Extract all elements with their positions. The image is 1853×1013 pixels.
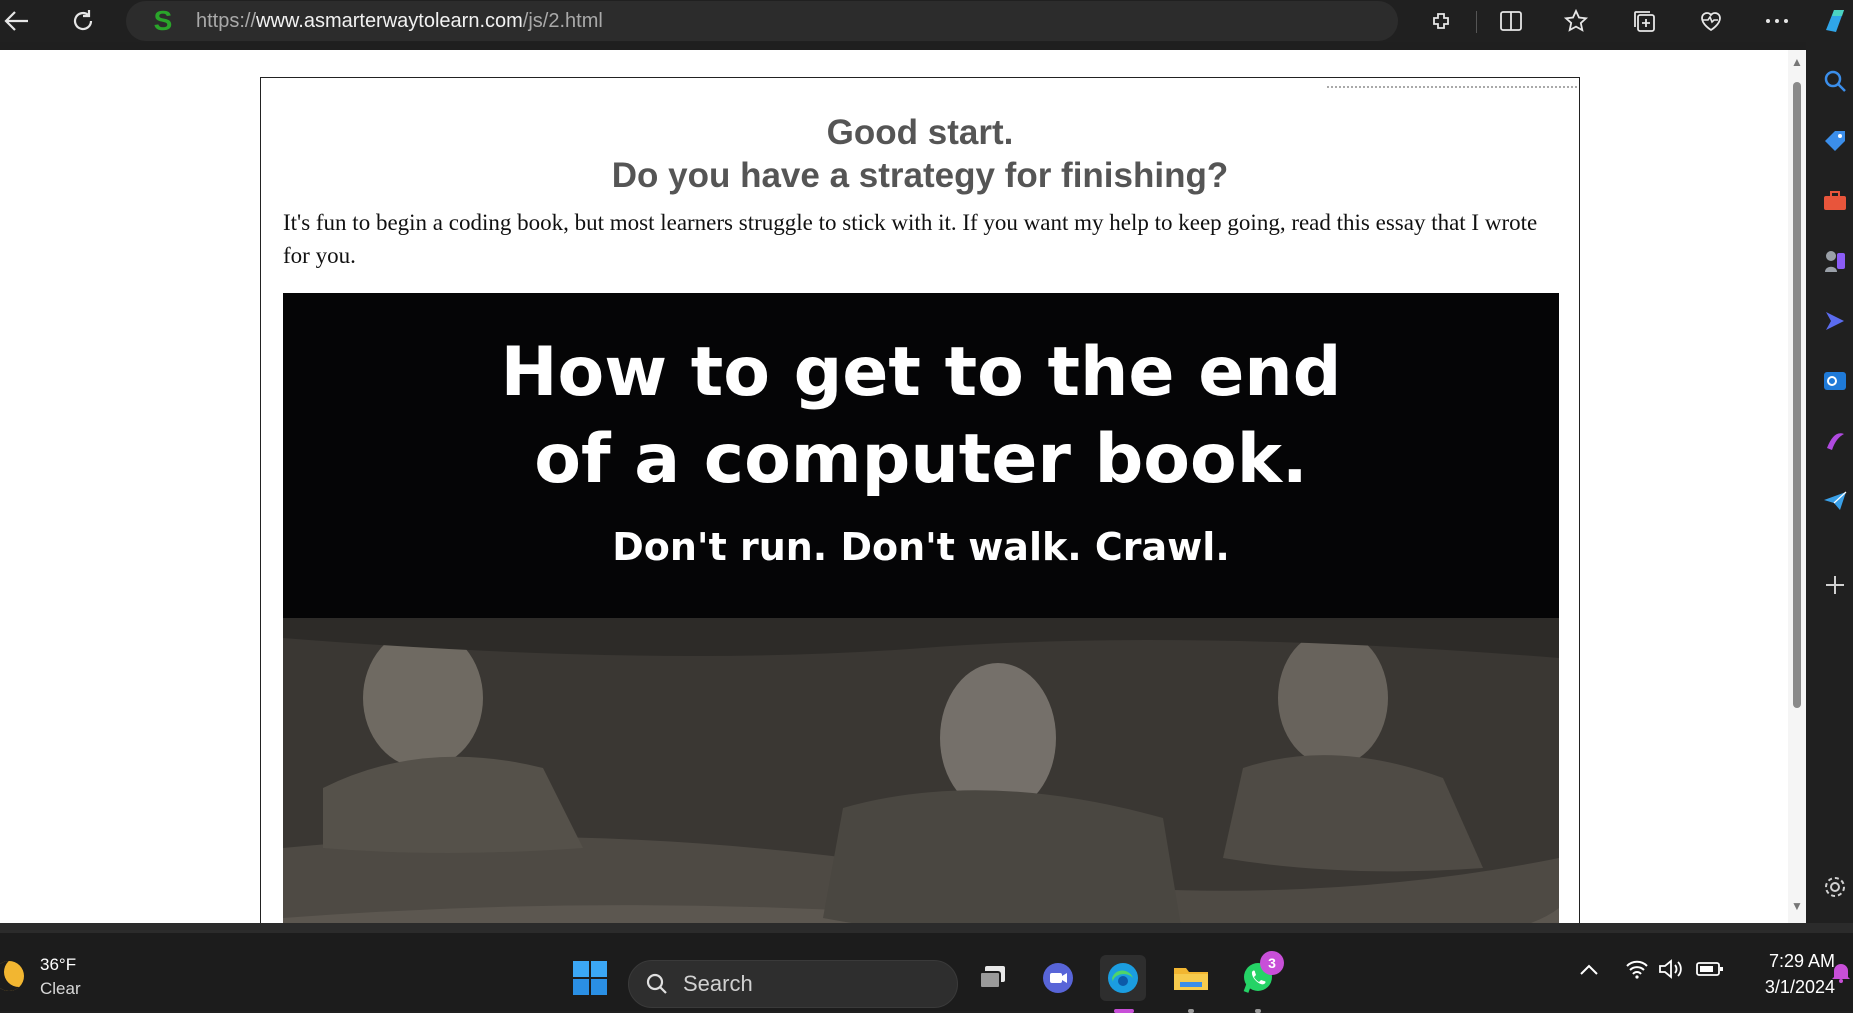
edge-browser-icon[interactable] (1100, 955, 1146, 1001)
page-viewport: Good start. Do you have a strategy for f… (0, 50, 1806, 923)
banner-title-line-2: of a computer book. (534, 420, 1308, 499)
split-screen-icon[interactable] (1494, 4, 1528, 38)
heading-line-1: Good start. (826, 113, 1014, 152)
browser-essentials-icon[interactable] (1694, 4, 1728, 38)
whatsapp-indicator (1255, 1009, 1261, 1013)
heading-line-2: Do you have a strategy for finishing? (611, 156, 1229, 195)
collections-icon[interactable] (1628, 4, 1662, 38)
notification-bell-icon[interactable] (1830, 961, 1852, 988)
weather-condition: Clear (40, 979, 81, 998)
sidebar-search-icon[interactable] (1820, 66, 1850, 96)
content-panel: Good start. Do you have a strategy for f… (260, 77, 1580, 923)
address-bar[interactable]: S https://www.asmarterwaytolearn.com/js/… (126, 1, 1398, 41)
refresh-icon[interactable] (66, 4, 100, 38)
whatsapp-notification-badge: 3 (1260, 951, 1284, 975)
sidebar-games-icon[interactable] (1820, 246, 1850, 276)
dotted-divider (1327, 86, 1577, 88)
sidebar-outlook-icon[interactable] (1820, 366, 1850, 396)
weather-temperature: 36°F (40, 955, 77, 974)
weather-widget[interactable]: 36°F Clear (0, 951, 120, 1001)
search-label: Search (683, 971, 753, 996)
intro-paragraph: It's fun to begin a coding book, but mos… (283, 210, 1538, 268)
meet-video-icon[interactable] (1035, 955, 1081, 1001)
clock-time[interactable]: 7:29 AM (1745, 951, 1835, 972)
sidebar-copilot-icon[interactable] (1820, 306, 1850, 336)
favorites-star-icon[interactable] (1560, 4, 1594, 38)
clock-date[interactable]: 3/1/2024 (1745, 977, 1835, 998)
edge-sidebar (1806, 42, 1853, 923)
page-heading: Good start. Do you have a strategy for f… (261, 111, 1579, 197)
copilot-icon[interactable] (1818, 4, 1852, 38)
extensions-icon[interactable] (1424, 4, 1458, 38)
start-button-windows-icon[interactable] (567, 955, 613, 1001)
more-options-icon[interactable] (1760, 4, 1794, 38)
url-text[interactable]: https://www.asmarterwaytolearn.com/js/2.… (196, 10, 603, 33)
search-icon (646, 973, 667, 994)
sidebar-settings-icon[interactable] (1820, 872, 1850, 902)
essay-banner[interactable]: How to get to the end of a computer book… (283, 293, 1559, 618)
page-scrollbar[interactable]: ▲ ▼ (1788, 50, 1806, 923)
file-explorer-icon[interactable] (1168, 955, 1214, 1001)
banner-title-line-1: How to get to the end (500, 333, 1342, 412)
browser-toolbar: S https://www.asmarterwaytolearn.com/js/… (0, 0, 1853, 42)
banner-subtitle: Don't run. Don't walk. Crawl. (612, 525, 1230, 569)
task-view-icon[interactable] (970, 955, 1016, 1001)
toolbar-divider (1476, 11, 1477, 33)
site-favicon-icon: S (153, 5, 173, 36)
sidebar-shopping-tag-icon[interactable] (1820, 126, 1850, 156)
scroll-up-arrow-icon[interactable]: ▲ (1791, 56, 1803, 68)
sidebar-send-icon[interactable] (1820, 486, 1850, 516)
mud-crawl-photo[interactable] (283, 618, 1559, 923)
battery-icon[interactable] (1696, 961, 1724, 982)
volume-icon[interactable] (1658, 959, 1684, 984)
sidebar-designer-icon[interactable] (1820, 426, 1850, 456)
show-hidden-icons-chevron-icon[interactable] (1578, 963, 1600, 982)
wifi-icon[interactable] (1625, 959, 1649, 984)
back-icon[interactable] (0, 4, 34, 38)
sidebar-tools-icon[interactable] (1820, 186, 1850, 216)
scroll-down-arrow-icon[interactable]: ▼ (1791, 900, 1803, 912)
taskbar-search[interactable]: Search (628, 960, 958, 1008)
edge-active-indicator (1114, 1009, 1134, 1013)
windows-taskbar: 36°F Clear Search 3 7:29 AM 3/1/2024 (0, 923, 1853, 1013)
sidebar-add-icon[interactable] (1820, 570, 1850, 600)
scrollbar-thumb[interactable] (1793, 82, 1801, 708)
explorer-indicator (1188, 1009, 1194, 1013)
moon-icon (0, 961, 24, 991)
